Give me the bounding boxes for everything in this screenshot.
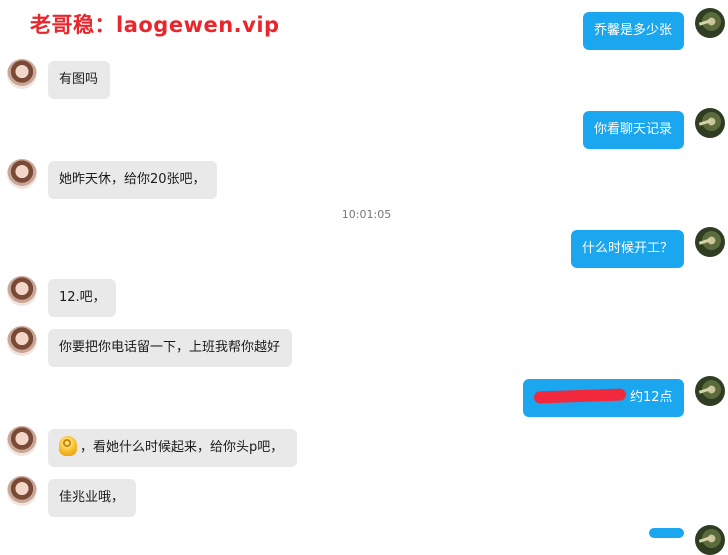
ok-hand-emoji-icon	[59, 436, 77, 456]
message-outgoing[interactable]: 约12点	[523, 379, 684, 417]
bird-icon	[698, 119, 712, 126]
message-text: 她昨天休，给你20张吧，	[59, 172, 206, 187]
watermark-text: 老哥稳：laogewen.vip	[30, 13, 280, 37]
message-incoming[interactable]: 佳兆业哦，	[48, 479, 136, 517]
message-text: 乔馨是多少张	[594, 23, 673, 38]
message-incoming[interactable]: ，看她什么时候起来，给你头p吧，	[48, 429, 297, 467]
bird-icon	[698, 19, 712, 26]
message-text: 你要把你电话留一下，上班我帮你越好	[59, 340, 281, 355]
contact-avatar[interactable]	[7, 159, 37, 189]
contact-avatar[interactable]	[7, 59, 37, 89]
message-incoming[interactable]: 你要把你电话留一下，上班我帮你越好	[48, 329, 292, 367]
message-outgoing[interactable]: 什么时候开工？	[571, 230, 684, 268]
message-incoming[interactable]: 她昨天休，给你20张吧，	[48, 161, 217, 199]
message-text: 12.吧，	[59, 290, 106, 305]
contact-avatar[interactable]	[7, 276, 37, 306]
my-avatar[interactable]	[695, 108, 725, 138]
message-text: 什么时候开工？	[582, 241, 674, 256]
message-text: 佳兆业哦，	[59, 490, 125, 505]
contact-avatar[interactable]	[7, 476, 37, 506]
my-avatar[interactable]	[695, 8, 725, 38]
message-text: ，看她什么时候起来，给你头p吧，	[80, 440, 284, 455]
message-text: 约12点	[630, 390, 673, 405]
message-incoming[interactable]: 12.吧，	[48, 279, 116, 317]
message-outgoing[interactable]: 你看聊天记录	[583, 111, 684, 149]
bird-icon	[698, 387, 712, 394]
contact-avatar[interactable]	[7, 326, 37, 356]
message-outgoing[interactable]: 乔馨是多少张	[583, 12, 684, 50]
message-incoming[interactable]: 有图吗	[48, 61, 110, 99]
redaction-mark	[533, 388, 627, 404]
message-timestamp: 10:01:05	[341, 208, 392, 221]
bird-icon	[698, 238, 712, 245]
contact-avatar[interactable]	[7, 426, 37, 456]
bird-icon	[698, 536, 712, 543]
my-avatar[interactable]	[695, 525, 725, 555]
message-outgoing-partial[interactable]	[649, 528, 684, 538]
message-text: 有图吗	[59, 72, 99, 87]
my-avatar[interactable]	[695, 227, 725, 257]
message-text: 你看聊天记录	[594, 122, 673, 137]
my-avatar[interactable]	[695, 376, 725, 406]
